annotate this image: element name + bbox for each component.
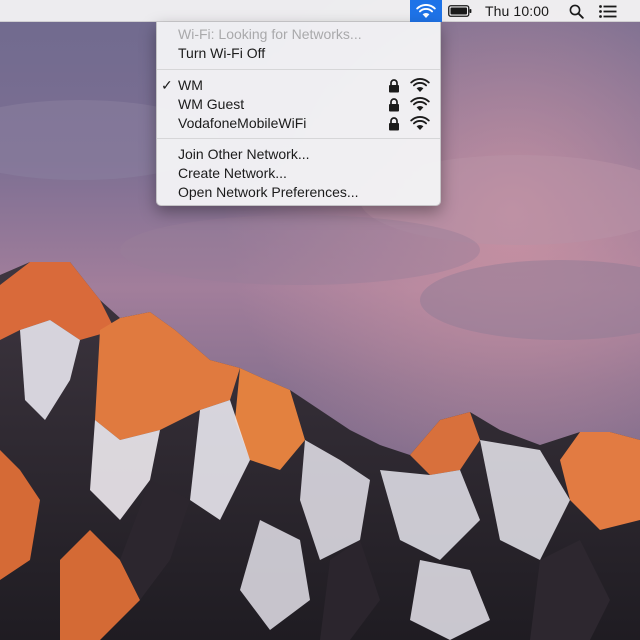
create-network-label: Create Network... — [178, 165, 287, 181]
spotlight-search-icon — [569, 4, 584, 19]
wifi-signal-icon — [410, 116, 430, 130]
wifi-icon — [416, 3, 436, 18]
open-network-preferences-item[interactable]: Open Network Preferences... — [157, 183, 440, 202]
join-other-network-label: Join Other Network... — [178, 146, 310, 162]
menu-separator — [157, 69, 440, 70]
network-name: VodafoneMobileWiFi — [178, 115, 307, 131]
notification-center-button[interactable] — [594, 0, 622, 22]
battery-icon — [448, 5, 472, 17]
lock-icon — [389, 79, 399, 93]
notification-center-icon — [599, 4, 617, 18]
turn-wifi-off-item[interactable]: Turn Wi-Fi Off — [157, 44, 440, 63]
menu-bar: Thu 10:00 — [0, 0, 640, 22]
wifi-signal-icon — [410, 97, 430, 111]
network-item-wm-guest[interactable]: WM Guest — [157, 95, 440, 114]
wifi-dropdown-menu: Wi-Fi: Looking for Networks... Turn Wi-F… — [156, 22, 441, 206]
wifi-status-menu[interactable] — [410, 0, 442, 22]
open-network-preferences-label: Open Network Preferences... — [178, 184, 359, 200]
wifi-signal-icon — [410, 78, 430, 92]
menubar-clock[interactable]: Thu 10:00 — [478, 0, 556, 22]
lock-icon — [389, 117, 399, 131]
lock-icon — [389, 98, 399, 112]
wifi-status-label: Wi-Fi: Looking for Networks... — [178, 26, 362, 42]
network-name: WM Guest — [178, 96, 245, 112]
battery-status-menu[interactable] — [446, 0, 474, 22]
network-item-vodafonemobilewifi[interactable]: VodafoneMobileWiFi — [157, 114, 440, 133]
wifi-status-item: Wi-Fi: Looking for Networks... — [157, 25, 440, 44]
create-network-item[interactable]: Create Network... — [157, 164, 440, 183]
spotlight-button[interactable] — [564, 0, 588, 22]
join-other-network-item[interactable]: Join Other Network... — [157, 145, 440, 164]
turn-wifi-off-label: Turn Wi-Fi Off — [178, 45, 266, 61]
network-item-wm[interactable]: ✓ WM — [157, 76, 440, 95]
network-name: WM — [178, 77, 203, 93]
menu-separator — [157, 138, 440, 139]
checkmark-icon: ✓ — [161, 77, 173, 93]
